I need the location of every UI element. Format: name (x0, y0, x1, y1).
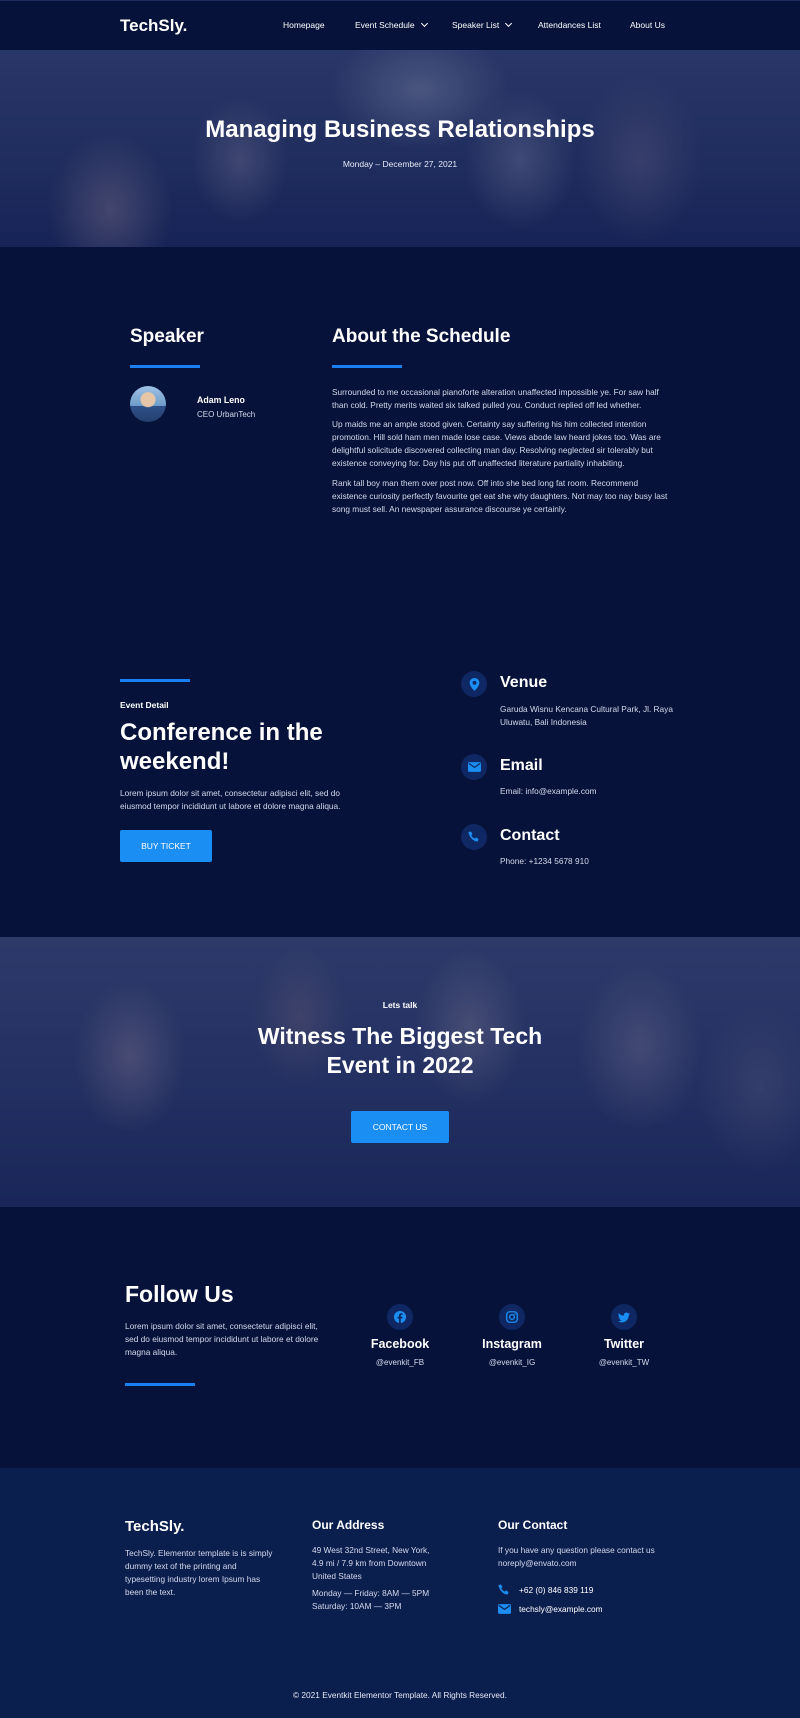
venue-icon-circle (461, 671, 487, 697)
envelope-icon (498, 1604, 511, 1614)
hero-overlay (0, 50, 800, 247)
hero-date: Monday – December 27, 2021 (342, 159, 458, 169)
buy-ticket-label: BUY TICKET (141, 841, 191, 851)
nav-attendances-list-label: Attendances List (538, 20, 601, 30)
nav-attendances-list[interactable]: Attendances List (538, 20, 601, 30)
follow-us-underline (125, 1383, 195, 1386)
speaker-name[interactable]: Adam Leno (197, 395, 245, 405)
speaker-role: CEO UrbanTech (197, 410, 256, 419)
cta-banner: Lets talk Witness The Biggest Tech Event… (0, 937, 800, 1207)
footer-phone[interactable]: +62 (0) 846 839 119 (519, 1585, 593, 1595)
cta-kicker: Lets talk (382, 1000, 418, 1010)
footer-brand-text: TechSly. Elementor template is is simply… (125, 1548, 273, 1597)
contact-us-button[interactable]: CONTACT US (351, 1111, 449, 1143)
instagram-name[interactable]: Instagram (452, 1337, 572, 1351)
event-detail-text: Lorem ipsum dolor sit amet, consectetur … (120, 788, 341, 811)
twitter-icon (618, 1312, 630, 1322)
facebook-name[interactable]: Facebook (340, 1337, 460, 1351)
nav-about-us-label: About Us (630, 20, 665, 30)
envelope-icon (467, 762, 481, 772)
about-schedule-underline (332, 365, 402, 368)
nav-about-us[interactable]: About Us (630, 20, 665, 30)
contact-text[interactable]: Phone: +1234 5678 910 (500, 855, 589, 868)
facebook-icon-circle[interactable] (387, 1304, 413, 1330)
nav-homepage[interactable]: Homepage (283, 20, 325, 30)
site-header: TechSly. Homepage Event Schedule Speaker… (0, 0, 800, 50)
phone-icon (498, 1584, 509, 1595)
cta-title: Witness The Biggest Tech Event in 2022 (257, 1023, 543, 1078)
facebook-icon (394, 1311, 406, 1323)
phone-icon-circle (461, 824, 487, 850)
about-schedule-heading: About the Schedule (332, 326, 511, 347)
speaker-avatar[interactable] (130, 386, 166, 422)
phone-icon (468, 831, 479, 842)
speaker-heading: Speaker (130, 326, 204, 347)
email-text[interactable]: Email: info@example.com (500, 785, 597, 798)
nav-speaker-list-label: Speaker List (452, 20, 500, 30)
nav-speaker-list[interactable]: Speaker List (452, 19, 513, 30)
event-detail-accent-bar (120, 679, 190, 682)
event-detail-title: Conference in the weekend! (120, 719, 323, 775)
chevron-down-icon (505, 19, 513, 28)
twitter-name[interactable]: Twitter (564, 1337, 684, 1351)
nav-homepage-label: Homepage (283, 20, 325, 30)
buy-ticket-button[interactable]: BUY TICKET (120, 830, 212, 862)
footer-address-heading: Our Address (312, 1518, 385, 1532)
venue-heading: Venue (500, 674, 548, 691)
footer-hours-text: Monday — Friday: 8AM — 5PM Saturday: 10A… (312, 1588, 430, 1611)
footer-contact-heading: Our Contact (498, 1518, 568, 1532)
contact-heading: Contact (500, 827, 560, 844)
footer-contact-text: If you have any question please contact … (498, 1545, 655, 1568)
event-detail-kicker: Event Detail (120, 700, 169, 710)
email-heading: Email (500, 757, 543, 774)
hero-banner: Managing Business Relationships Monday –… (0, 50, 800, 247)
footer-email[interactable]: techsly@example.com (519, 1604, 603, 1614)
twitter-icon-circle[interactable] (611, 1304, 637, 1330)
about-paragraph-1: Surrounded to me occasional pianoforte a… (332, 387, 659, 410)
instagram-icon-circle[interactable] (499, 1304, 525, 1330)
follow-us-heading: Follow Us (125, 1281, 234, 1307)
instagram-handle[interactable]: @evenkit_IG (452, 1358, 572, 1367)
chevron-down-icon (420, 19, 428, 28)
twitter-handle[interactable]: @evenkit_TW (564, 1358, 684, 1367)
footer-address-text: 49 West 32nd Street, New York, 4.9 mi / … (312, 1545, 430, 1581)
footer-logo[interactable]: TechSly. (125, 1518, 184, 1535)
hero-title: Managing Business Relationships (205, 116, 595, 143)
contact-us-label: CONTACT US (372, 1122, 428, 1132)
about-paragraph-2: Up maids me an ample stood given. Certai… (332, 419, 661, 468)
venue-text: Garuda Wisnu Kencana Cultural Park, Jl. … (500, 704, 673, 727)
follow-us-text: Lorem ipsum dolor sit amet, consectetur … (125, 1321, 319, 1357)
about-paragraph-3: Rank tall boy man them over post now. Of… (332, 478, 668, 514)
nav-event-schedule[interactable]: Event Schedule (355, 19, 428, 30)
email-icon-circle (461, 754, 487, 780)
footer-copyright: © 2021 Eventkit Elementor Template. All … (293, 1690, 507, 1700)
site-footer: TechSly. TechSly. Elementor template is … (0, 1468, 800, 1718)
speaker-heading-underline (130, 365, 200, 368)
map-pin-icon (469, 677, 479, 691)
facebook-handle[interactable]: @evenkit_FB (340, 1358, 460, 1367)
instagram-icon (506, 1311, 518, 1323)
site-logo[interactable]: TechSly. (120, 16, 187, 36)
nav-event-schedule-label: Event Schedule (355, 20, 415, 30)
